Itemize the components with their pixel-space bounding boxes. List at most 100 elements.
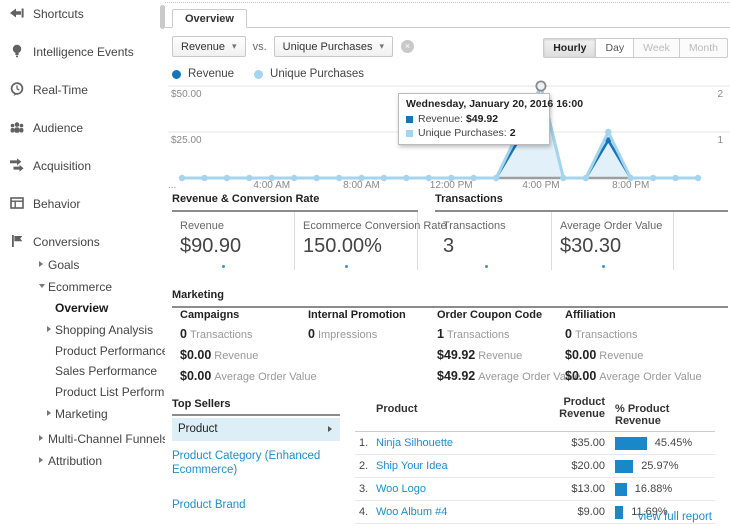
granularity-toggle-group: Hourly Day Week Month: [543, 38, 728, 58]
chevron-down-icon: ▾: [232, 41, 237, 52]
section-marketing: Marketing Campaigns 0Transactions $0.00R…: [172, 289, 728, 308]
granularity-month-button[interactable]: Month: [680, 38, 728, 58]
clock-icon: [9, 81, 25, 97]
chevron-down-icon: ▾: [380, 41, 385, 52]
chevron-right-icon: [39, 261, 43, 267]
intelligence-events-icon: [9, 43, 25, 59]
product-link[interactable]: Ninja Silhouette: [376, 437, 533, 449]
stat-row: $0.00Revenue: [565, 349, 725, 363]
audience-people-icon: [9, 119, 25, 135]
chevron-right-icon: [47, 326, 51, 332]
metric-card-ecommerce-conversion-rate[interactable]: Ecommerce Conversion Rate 150.00%: [295, 212, 418, 270]
section-title: Transactions: [435, 193, 728, 212]
svg-text:1: 1: [717, 135, 723, 146]
secondary-metric-label: Unique Purchases: [283, 41, 373, 53]
stat-row: $49.92Average Order Value: [437, 370, 563, 384]
primary-metric-label: Revenue: [181, 41, 225, 53]
legend-item-revenue[interactable]: Revenue: [172, 68, 234, 80]
svg-text:8:00 AM: 8:00 AM: [343, 180, 380, 191]
marketing-column-internal-promotion: Internal Promotion 0Impressions: [308, 309, 436, 342]
stat-row: 1Transactions: [437, 328, 563, 342]
report-content: Overview Revenue ▾ vs. Unique Purchases …: [165, 0, 730, 530]
svg-text:4:00 AM: 4:00 AM: [253, 180, 290, 191]
product-link[interactable]: Ship Your Idea: [376, 460, 533, 472]
sidebar-item-intelligence-events[interactable]: Intelligence Events: [0, 44, 165, 60]
secondary-metric-dropdown[interactable]: Unique Purchases ▾: [274, 36, 393, 57]
report-tabbar: Overview: [165, 10, 730, 28]
chevron-right-icon: [328, 426, 332, 432]
timeseries-chart[interactable]: $50.00$25.0021...4:00 AM8:00 AM12:00 PM4…: [165, 80, 730, 192]
sidebar-nav: Shortcuts Intelligence Events Real-Time …: [0, 0, 165, 530]
sidebar-item-sales-performance[interactable]: Sales Performance: [0, 363, 165, 379]
section-revenue-conversion-rate: Revenue & Conversion Rate Revenue $90.90…: [172, 193, 418, 270]
metric-card-transactions[interactable]: Transactions 3: [435, 212, 552, 270]
sparkline-dot: [345, 265, 348, 268]
section-top-sellers: Top Sellers Product Product Category (En…: [172, 398, 340, 512]
column-header-product[interactable]: Product: [355, 396, 533, 415]
revenue-series-dot-icon: [172, 70, 181, 79]
section-transactions: Transactions Transactions 3 Average Orde…: [435, 193, 728, 270]
sidebar-item-real-time[interactable]: Real-Time: [0, 82, 165, 98]
section-title: Top Sellers: [172, 398, 340, 416]
sidebar-item-ecommerce[interactable]: Ecommerce: [0, 279, 165, 295]
sidebar-item-acquisition[interactable]: Acquisition: [0, 158, 165, 174]
top-dotted-divider: [165, 2, 730, 3]
view-full-report-link[interactable]: view full report: [638, 511, 712, 523]
svg-text:$50.00: $50.00: [171, 89, 202, 100]
sidebar-item-attribution[interactable]: Attribution: [0, 453, 165, 469]
marketing-column-order-coupon-code: Order Coupon Code 1Transactions $49.92Re…: [437, 309, 563, 384]
sidebar-item-behavior[interactable]: Behavior: [0, 196, 165, 212]
svg-text:...: ...: [168, 180, 176, 191]
tooltip-purchases-row: Unique Purchases: 2: [406, 127, 542, 139]
stat-row: $0.00Revenue: [180, 349, 306, 363]
granularity-day-button[interactable]: Day: [596, 38, 634, 58]
tooltip-revenue-row: Revenue: $49.92: [406, 113, 542, 125]
sidebar-item-product-performance[interactable]: Product Performance: [0, 343, 165, 359]
sparkline-dot: [222, 265, 225, 268]
sidebar-item-goals[interactable]: Goals: [0, 257, 165, 273]
table-header-row: Product Product Revenue % Product Revenu…: [355, 396, 715, 432]
stat-row: $0.00Average Order Value: [565, 370, 725, 384]
sidebar-item-conversions[interactable]: Conversions: [0, 234, 165, 250]
sidebar-item-multi-channel-funnels[interactable]: Multi-Channel Funnels: [0, 431, 165, 447]
column-header-product-revenue[interactable]: Product Revenue: [533, 396, 605, 420]
chevron-right-icon: [39, 435, 43, 441]
top-sellers-link-product-brand[interactable]: Product Brand: [172, 498, 322, 512]
section-title: Revenue & Conversion Rate: [172, 193, 418, 212]
marketing-column-campaigns: Campaigns 0Transactions $0.00Revenue $0.…: [180, 309, 306, 384]
svg-text:$25.00: $25.00: [171, 135, 202, 146]
revenue-swatch-icon: [406, 116, 413, 123]
top-sellers-link-product-category[interactable]: Product Category (Enhanced Ecommerce): [172, 449, 322, 477]
sidebar-item-product-list-performance[interactable]: Product List Perform...: [0, 384, 165, 400]
chevron-down-icon: [39, 284, 45, 288]
tab-overview[interactable]: Overview: [172, 9, 247, 28]
table-row: 1. Ninja Silhouette $35.00 45.45%: [355, 432, 715, 455]
top-sellers-item-product[interactable]: Product: [172, 418, 340, 441]
metric-card-revenue[interactable]: Revenue $90.90: [172, 212, 295, 270]
granularity-week-button[interactable]: Week: [634, 38, 680, 58]
product-link[interactable]: Woo Logo: [376, 483, 533, 495]
legend-item-unique-purchases[interactable]: Unique Purchases: [254, 68, 364, 80]
sidebar-item-ecommerce-overview[interactable]: Overview: [0, 300, 165, 316]
shortcuts-icon: [9, 5, 25, 21]
column-header-pct-product-revenue[interactable]: % Product Revenue: [605, 396, 715, 427]
sidebar-item-shopping-analysis[interactable]: Shopping Analysis: [0, 322, 165, 338]
acquisition-arrows-icon: [9, 157, 25, 173]
revenue-share-bar: [615, 483, 627, 496]
remove-metric-icon[interactable]: ×: [401, 40, 414, 53]
table-row: 3. Woo Logo $13.00 16.88%: [355, 478, 715, 501]
svg-text:2: 2: [717, 89, 723, 100]
svg-text:4:00 PM: 4:00 PM: [522, 180, 559, 191]
chevron-right-icon: [39, 457, 43, 463]
stat-row: $0.00Average Order Value: [180, 370, 306, 384]
primary-metric-dropdown[interactable]: Revenue ▾: [172, 36, 246, 57]
sidebar-item-audience[interactable]: Audience: [0, 120, 165, 136]
metric-selector-row: Revenue ▾ vs. Unique Purchases ▾ ×: [172, 36, 414, 57]
metric-card-average-order-value[interactable]: Average Order Value $30.30: [552, 212, 674, 270]
unique-purchases-series-dot-icon: [254, 70, 263, 79]
product-link[interactable]: Woo Album #4: [376, 506, 533, 518]
sidebar-item-shortcuts[interactable]: Shortcuts: [0, 6, 165, 22]
chart-tooltip: Wednesday, January 20, 2016 16:00 Revenu…: [398, 93, 550, 145]
sidebar-item-marketing[interactable]: Marketing: [0, 406, 165, 422]
granularity-hourly-button[interactable]: Hourly: [543, 38, 596, 58]
